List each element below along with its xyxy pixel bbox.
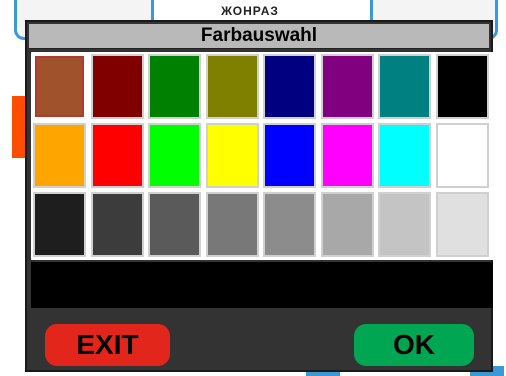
background-accent-bar bbox=[12, 96, 26, 158]
color-swatch[interactable] bbox=[148, 192, 201, 257]
color-preview bbox=[31, 262, 493, 308]
color-swatch[interactable] bbox=[148, 54, 201, 119]
color-swatch[interactable] bbox=[90, 54, 144, 119]
color-swatch[interactable] bbox=[378, 192, 431, 257]
color-palette bbox=[31, 52, 493, 260]
color-swatch[interactable] bbox=[435, 123, 489, 188]
color-swatch[interactable] bbox=[205, 192, 259, 257]
screen: ЖОНРАЗ ЖОНРАЗ ЖОНРАЗОНО Farbauswahl EXIT… bbox=[0, 0, 506, 376]
color-swatch[interactable] bbox=[378, 54, 431, 119]
color-swatch[interactable] bbox=[435, 192, 489, 257]
color-swatch[interactable] bbox=[90, 123, 144, 188]
exit-button[interactable]: EXIT bbox=[45, 324, 170, 366]
color-swatch[interactable] bbox=[33, 54, 86, 119]
color-swatch[interactable] bbox=[263, 192, 316, 257]
color-swatch[interactable] bbox=[33, 192, 86, 257]
color-swatch[interactable] bbox=[205, 54, 259, 119]
color-swatch[interactable] bbox=[148, 123, 201, 188]
color-swatch[interactable] bbox=[33, 123, 86, 188]
color-swatch[interactable] bbox=[320, 123, 374, 188]
color-swatch[interactable] bbox=[205, 123, 259, 188]
color-swatch[interactable] bbox=[378, 123, 431, 188]
ok-button[interactable]: OK bbox=[354, 324, 474, 366]
background-header-text: ЖОНРАЗ bbox=[221, 4, 279, 18]
color-swatch[interactable] bbox=[435, 54, 489, 119]
color-swatch[interactable] bbox=[90, 192, 144, 257]
color-picker-dialog: Farbauswahl EXIT OK bbox=[25, 20, 493, 372]
dialog-title: Farbauswahl bbox=[29, 24, 489, 49]
color-swatch[interactable] bbox=[320, 192, 374, 257]
color-swatch[interactable] bbox=[263, 54, 316, 119]
color-swatch[interactable] bbox=[263, 123, 316, 188]
color-swatch[interactable] bbox=[320, 54, 374, 119]
